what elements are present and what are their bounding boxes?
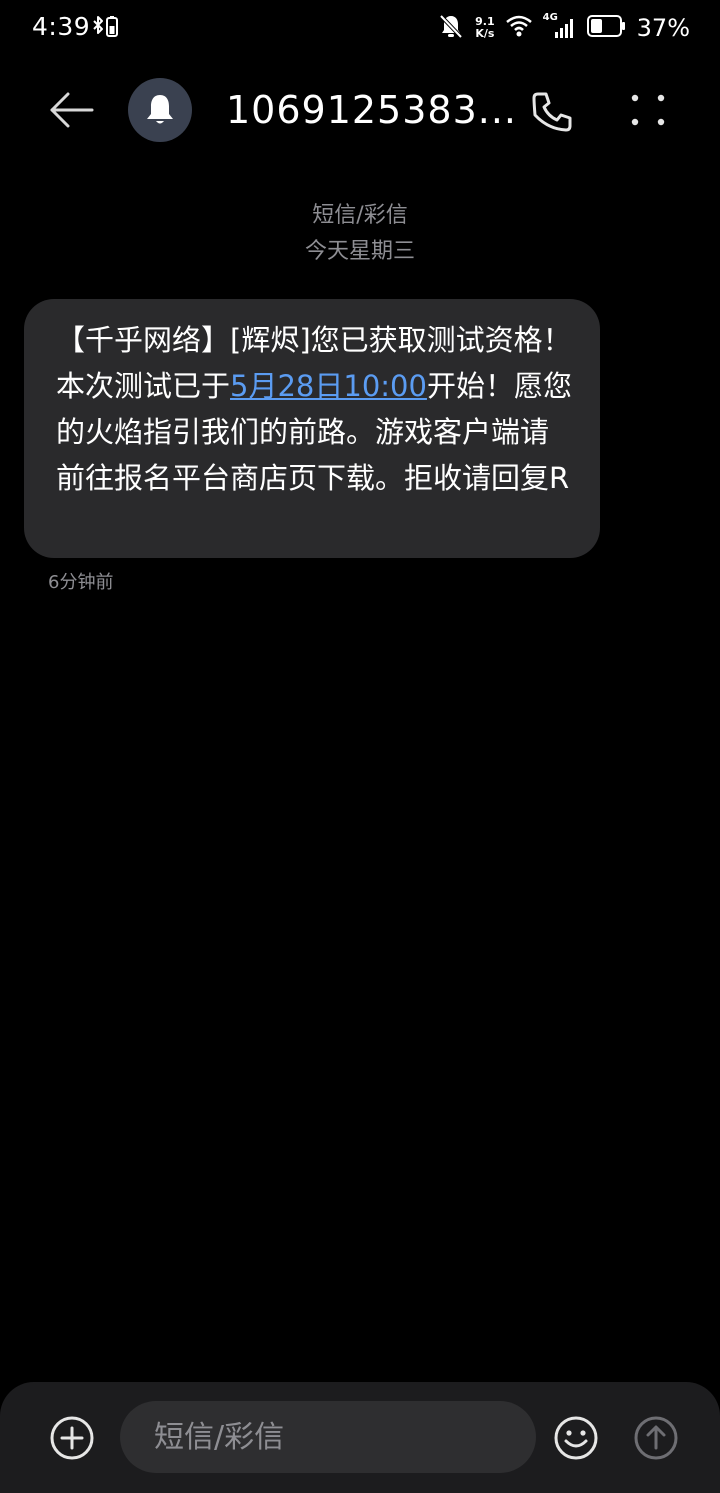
call-button[interactable] xyxy=(528,88,576,136)
emoji-button[interactable] xyxy=(552,1414,600,1462)
bluetooth-battery-icon xyxy=(91,14,121,40)
smiley-icon xyxy=(554,1416,598,1460)
network-speed: 9.1 K/s xyxy=(475,16,495,40)
more-options-button[interactable] xyxy=(626,88,670,132)
message-date-link[interactable]: 5月28日10:00 xyxy=(230,369,427,403)
contact-avatar[interactable] xyxy=(128,78,192,142)
send-arrow-icon xyxy=(634,1416,678,1460)
back-button[interactable] xyxy=(46,88,98,132)
bell-icon xyxy=(147,95,173,124)
phone-icon xyxy=(532,92,572,132)
more-dots-icon xyxy=(631,94,665,126)
message-timestamp: 6分钟前 xyxy=(48,572,114,593)
message-composer xyxy=(0,1382,720,1493)
conversation-meta: 短信/彩信 今天星期三 xyxy=(0,198,720,270)
contact-name[interactable]: 1069125383... xyxy=(226,88,517,132)
status-time: 4:39 xyxy=(32,12,91,41)
mute-notification-icon xyxy=(437,12,465,44)
message-bubble[interactable]: 【千乎网络】[辉烬]您已获取测试资格！本次测试已于5月28日10:00开始！愿您… xyxy=(24,299,600,558)
battery-percentage: 37% xyxy=(636,14,690,42)
back-arrow-icon xyxy=(50,92,94,128)
cellular-signal-icon: 4G xyxy=(543,12,577,42)
send-button[interactable] xyxy=(632,1414,680,1462)
status-bar: 4:39 9.1 K/s 4G 37% xyxy=(0,0,720,56)
channel-label: 短信/彩信 xyxy=(312,203,408,228)
battery-icon xyxy=(586,14,627,42)
plus-circle-icon xyxy=(50,1416,94,1460)
date-label: 今天星期三 xyxy=(304,239,415,264)
wifi-icon xyxy=(505,14,533,42)
status-icons: 9.1 K/s 4G 37% xyxy=(437,10,690,46)
message-input[interactable] xyxy=(152,1418,504,1456)
add-attachment-button[interactable] xyxy=(48,1414,96,1462)
conversation-header: 1069125383... xyxy=(0,70,720,150)
network-speed-unit: K/s xyxy=(475,27,495,40)
message-input-container[interactable] xyxy=(120,1401,536,1473)
